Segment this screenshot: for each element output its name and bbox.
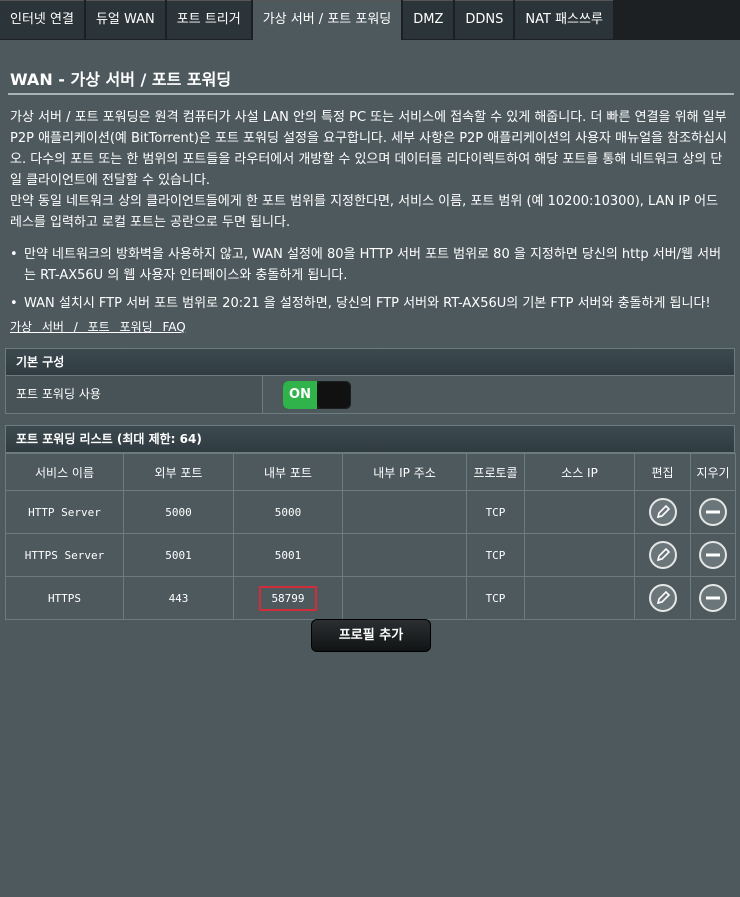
cell-service-name: HTTPS [5, 576, 124, 620]
tab-internet-connection[interactable]: 인터넷 연결 [0, 0, 84, 39]
tab-dual-wan[interactable]: 듀얼 WAN [85, 0, 165, 39]
delete-icon[interactable] [699, 541, 727, 569]
tab-dmz[interactable]: DMZ [403, 0, 454, 39]
cell-edit [634, 576, 691, 620]
add-profile-button[interactable]: 프로필 추가 [311, 619, 431, 652]
highlighted-internal-port: 58799 [259, 585, 317, 611]
cell-internal-port: 5000 [233, 490, 343, 534]
table-header-row: 서비스 이름 외부 포트 내부 포트 내부 IP 주소 프로토콜 소스 IP 편… [5, 453, 736, 491]
forwarding-list-section: 포트 포워딩 리스트 (최대 제한: 64) 서비스 이름 외부 포트 내부 포… [5, 425, 736, 620]
cell-external-port: 5000 [123, 490, 234, 534]
cell-delete [690, 576, 736, 620]
cell-internal-port: 58799 [233, 576, 343, 620]
cell-source-ip [524, 533, 635, 577]
tab-ddns[interactable]: DDNS [455, 0, 514, 39]
cell-internal-ip [342, 490, 467, 534]
enable-label: 포트 포워딩 사용 [6, 376, 263, 413]
cell-service-name: HTTPS Server [5, 533, 124, 577]
cell-source-ip [524, 576, 635, 620]
edit-icon[interactable] [648, 541, 677, 569]
cell-protocol: TCP [466, 533, 525, 577]
col-edit: 편집 [634, 453, 691, 491]
toggle-knob [317, 382, 350, 408]
port-forwarding-toggle[interactable]: ON [283, 381, 351, 409]
col-external-port: 외부 포트 [123, 453, 234, 491]
col-internal-ip: 내부 IP 주소 [342, 453, 467, 491]
description-paragraph: 가상 서버 / 포트 포워딩은 원격 컴퓨터가 사설 LAN 안의 특정 PC … [10, 110, 727, 188]
cell-protocol: TCP [466, 490, 525, 534]
cell-internal-ip [342, 533, 467, 577]
note-list: WAN 설치시 FTP 서버 포트 범위로 20:21 을 설정하면, 당신의 … [10, 293, 730, 314]
forwarding-table: 서비스 이름 외부 포트 내부 포트 내부 IP 주소 프로토콜 소스 IP 편… [5, 453, 736, 620]
basic-config-section: 기본 구성 포트 포워딩 사용 ON [5, 348, 735, 414]
description-paragraph: 만약 동일 네트워크 상의 클라이언트들에게 한 포트 범위를 지정한다면, 서… [10, 194, 719, 230]
note-item: WAN 설치시 FTP 서버 포트 범위로 20:21 을 설정하면, 당신의 … [10, 293, 730, 314]
cell-delete [690, 490, 736, 534]
table-row: HTTP Server 5000 5000 TCP [5, 490, 736, 534]
enable-row: 포트 포워딩 사용 ON [5, 376, 735, 414]
cell-source-ip [524, 490, 635, 534]
col-source-ip: 소스 IP [524, 453, 635, 491]
tab-bar: 인터넷 연결 듀얼 WAN 포트 트리거 가상 서버 / 포트 포워딩 DMZ … [0, 0, 740, 41]
cell-protocol: TCP [466, 576, 525, 620]
cell-edit [634, 533, 691, 577]
edit-icon[interactable] [648, 584, 677, 612]
delete-icon[interactable] [699, 584, 727, 612]
basic-config-header: 기본 구성 [5, 348, 735, 376]
cell-external-port: 5001 [123, 533, 234, 577]
delete-icon[interactable] [699, 498, 727, 526]
note-item: 만약 네트워크의 방화벽을 사용하지 않고, WAN 설정에 80을 HTTP … [10, 244, 730, 286]
cell-delete [690, 533, 736, 577]
faq-link[interactable]: 가상 서버 / 포트 포워딩 FAQ [10, 318, 186, 335]
col-delete: 지우기 [690, 453, 736, 491]
tab-port-trigger[interactable]: 포트 트리거 [166, 0, 251, 39]
description: 가상 서버 / 포트 포워딩은 원격 컴퓨터가 사설 LAN 안의 특정 PC … [10, 107, 730, 233]
col-internal-port: 내부 포트 [233, 453, 343, 491]
col-service-name: 서비스 이름 [5, 453, 124, 491]
note-list: 만약 네트워크의 방화벽을 사용하지 않고, WAN 설정에 80을 HTTP … [10, 244, 730, 286]
edit-icon[interactable] [648, 498, 677, 526]
table-row: HTTPS 443 58799 TCP [5, 576, 736, 620]
tab-nat-passthrough[interactable]: NAT 패스쓰루 [515, 0, 613, 39]
cell-edit [634, 490, 691, 534]
cell-internal-port: 5001 [233, 533, 343, 577]
cell-internal-ip [342, 576, 467, 620]
cell-external-port: 443 [123, 576, 234, 620]
cell-service-name: HTTP Server [5, 490, 124, 534]
col-protocol: 프로토콜 [466, 453, 525, 491]
page-title: WAN - 가상 서버 / 포트 포워딩 [10, 70, 232, 89]
enable-value: ON [263, 376, 734, 413]
tab-virtual-server[interactable]: 가상 서버 / 포트 포워딩 [252, 0, 402, 41]
table-row: HTTPS Server 5001 5001 TCP [5, 533, 736, 577]
title-divider [8, 93, 734, 95]
forwarding-list-header: 포트 포워딩 리스트 (최대 제한: 64) [5, 425, 735, 453]
toggle-on-label: ON [283, 381, 317, 409]
